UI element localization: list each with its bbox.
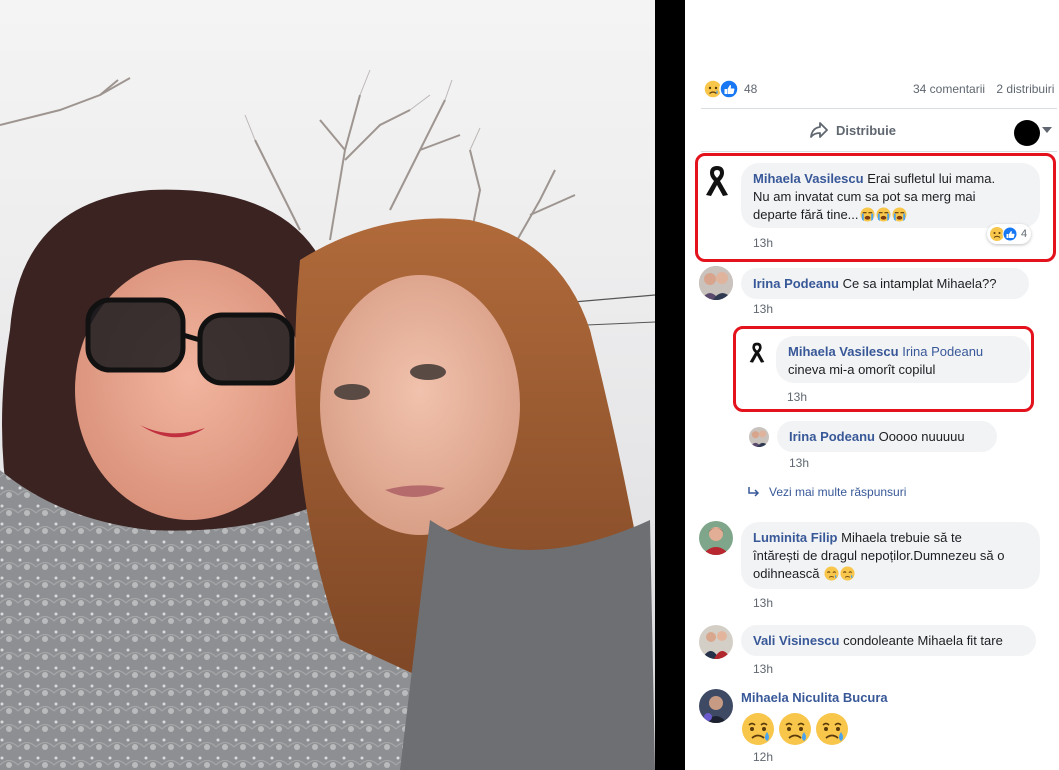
avatar[interactable] bbox=[699, 521, 733, 555]
selfie-image bbox=[0, 69, 655, 770]
sad-tear-emoji-icon bbox=[816, 713, 848, 745]
comment-author[interactable]: Luminita Filip bbox=[753, 530, 838, 545]
divider bbox=[701, 108, 1057, 109]
comment-reactions[interactable]: 4 bbox=[987, 224, 1032, 244]
comment-bubble: Vali Visinescu condoleante Mihaela fit t… bbox=[741, 625, 1036, 656]
avatar[interactable] bbox=[699, 266, 733, 300]
view-more-replies-label: Vezi mai multe răspunsuri bbox=[769, 485, 907, 499]
sad-tear-emoji-icon bbox=[742, 713, 774, 745]
mention-link[interactable]: Irina Podeanu bbox=[902, 344, 983, 359]
comment-author[interactable]: Irina Podeanu bbox=[789, 429, 875, 444]
comment-time[interactable]: 13h bbox=[753, 596, 773, 610]
comment-author[interactable]: Mihaela Niculita Bucura bbox=[741, 690, 888, 705]
reply-bubble: Mihaela Vasilescu Irina Podeanu cineva m… bbox=[776, 336, 1030, 383]
comments-count[interactable]: 34 comentarii bbox=[913, 82, 985, 96]
comment-time[interactable]: 13h bbox=[753, 302, 773, 316]
comment-bubble: Irina Podeanu Ce sa intamplat Mihaela?? bbox=[741, 268, 1029, 299]
comment-bubble: Mihaela Vasilescu Erai sufletul lui mama… bbox=[741, 163, 1040, 228]
comment-text: cineva mi-a omorît copilul bbox=[788, 362, 936, 377]
comments-panel: 48 34 comentarii 2 distribuiri Distribui… bbox=[685, 0, 1059, 770]
comment-text: Ooooo nuuuuu bbox=[878, 429, 965, 444]
crying-emoji-icon bbox=[859, 207, 875, 222]
comment-time[interactable]: 13h bbox=[753, 662, 773, 676]
comment-time[interactable]: 13h bbox=[787, 390, 807, 404]
reaction-icons[interactable] bbox=[703, 78, 743, 100]
divider bbox=[701, 151, 1057, 152]
mourning-ribbon-avatar[interactable] bbox=[702, 163, 732, 197]
mourning-ribbon-avatar[interactable] bbox=[747, 340, 767, 364]
comment-author[interactable]: Mihaela Vasilescu bbox=[753, 171, 864, 186]
view-more-replies-link[interactable]: Vezi mai multe răspunsuri bbox=[747, 485, 906, 499]
comment-author[interactable]: Mihaela Vasilescu bbox=[788, 344, 899, 359]
comment-text: odihnească bbox=[753, 566, 820, 581]
comment-text: departe fără tine... bbox=[753, 207, 859, 222]
comment-author-row: Mihaela Niculita Bucura bbox=[741, 690, 888, 705]
comment-author[interactable]: Vali Visinescu bbox=[753, 633, 839, 648]
comment-reaction-count: 4 bbox=[1021, 228, 1028, 240]
shares-count[interactable]: 2 distribuiri bbox=[996, 82, 1054, 96]
sad-tear-emoji-icon bbox=[840, 566, 855, 581]
reaction-count[interactable]: 48 bbox=[744, 82, 757, 96]
comment-text: Mihaela trebuie să te bbox=[841, 530, 962, 545]
like-reaction-icon bbox=[1002, 226, 1018, 242]
emoji-comment bbox=[741, 712, 852, 751]
like-reaction-icon bbox=[719, 79, 739, 99]
comment-time[interactable]: 13h bbox=[789, 456, 809, 470]
comment-text: Ce sa intamplat Mihaela?? bbox=[842, 276, 997, 291]
avatar[interactable] bbox=[699, 625, 733, 659]
crying-emoji-icon bbox=[875, 207, 891, 222]
reply-bubble: Irina Podeanu Ooooo nuuuuu bbox=[777, 421, 997, 452]
viewer-avatar[interactable] bbox=[1014, 120, 1040, 146]
action-row: Distribuie bbox=[701, 111, 1057, 151]
comment-bubble: Luminita Filip Mihaela trebuie să te înt… bbox=[741, 522, 1040, 589]
black-ribbon-icon bbox=[749, 342, 765, 363]
sad-reaction-icon bbox=[990, 227, 1004, 241]
sad-tear-emoji-icon bbox=[779, 713, 811, 745]
comment-text: Erai sufletul lui mama. bbox=[867, 171, 996, 186]
comment-author[interactable]: Irina Podeanu bbox=[753, 276, 839, 291]
share-arrow-icon bbox=[810, 122, 828, 138]
reply-arrow-icon bbox=[748, 487, 760, 497]
crying-emoji-icon bbox=[891, 207, 907, 222]
comment-time[interactable]: 12h bbox=[753, 750, 773, 764]
comment-time[interactable]: 13h bbox=[753, 236, 773, 250]
black-divider-strip bbox=[655, 0, 685, 770]
avatar[interactable] bbox=[699, 689, 733, 723]
comment-text: întărești de dragul nepoților.Dumnezeu s… bbox=[753, 548, 1005, 563]
chevron-down-icon[interactable] bbox=[1042, 127, 1052, 133]
comment-text: Nu am invatat cum sa pot sa merg mai bbox=[753, 189, 976, 204]
share-label: Distribuie bbox=[836, 122, 896, 138]
black-ribbon-icon bbox=[706, 166, 728, 196]
reaction-stats-row: 48 34 comentarii 2 distribuiri bbox=[701, 78, 1059, 100]
sad-tear-emoji-icon bbox=[824, 566, 839, 581]
comment-text: condoleante Mihaela fit tare bbox=[843, 633, 1003, 648]
avatar[interactable] bbox=[749, 427, 769, 447]
share-button[interactable]: Distribuie bbox=[809, 121, 896, 139]
post-photo[interactable] bbox=[0, 0, 655, 770]
